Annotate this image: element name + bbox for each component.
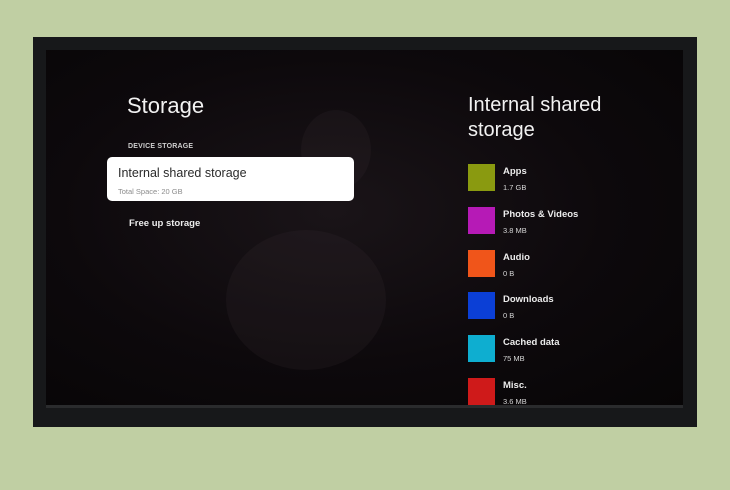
- cached-data-color-swatch: [468, 335, 495, 363]
- category-size: 1.7 GB: [503, 183, 527, 192]
- category-item-misc: Misc. 3.6 MB: [468, 377, 668, 408]
- category-item-apps: Apps 1.7 GB: [468, 164, 668, 207]
- storage-category-list: Apps 1.7 GB Photos & Videos 3.8 MB Audio…: [468, 164, 668, 408]
- category-name: Cached data: [503, 337, 560, 349]
- category-size: 75 MB: [503, 354, 525, 364]
- device-storage-section-label: DEVICE STORAGE: [128, 143, 194, 150]
- tv-frame: Storage DEVICE STORAGE Internal shared s…: [33, 37, 697, 427]
- category-name: Misc.: [503, 379, 527, 391]
- free-up-storage-button[interactable]: Free up storage: [129, 218, 200, 229]
- background-figure: [226, 230, 386, 370]
- category-item-photos-videos: Photos & Videos 3.8 MB: [468, 206, 668, 250]
- category-size: 0 B: [503, 311, 515, 321]
- category-name: Photos & Videos: [503, 208, 579, 220]
- category-name: Downloads: [503, 294, 554, 306]
- internal-storage-card-total-space: Total Space: 20 GB: [118, 187, 183, 196]
- misc-color-swatch: [468, 377, 495, 405]
- category-item-downloads: Downloads 0 B: [468, 292, 668, 335]
- downloads-color-swatch: [468, 292, 495, 320]
- category-item-audio: Audio 0 B: [468, 249, 668, 293]
- internal-storage-card[interactable]: Internal shared storage Total Space: 20 …: [107, 157, 354, 201]
- category-size: 0 B: [503, 268, 515, 278]
- photos-videos-color-swatch: [468, 206, 495, 234]
- internal-storage-card-title: Internal shared storage: [118, 166, 247, 180]
- audio-color-swatch: [468, 249, 495, 277]
- category-size: 3.8 MB: [503, 225, 527, 235]
- apps-color-swatch: [468, 164, 495, 191]
- category-item-cached-data: Cached data 75 MB: [468, 335, 668, 378]
- category-name: Apps: [503, 166, 527, 177]
- detail-title: Internal shared storage: [468, 94, 602, 141]
- screen-bottom-edge: [46, 405, 683, 408]
- page-title: Storage: [127, 93, 205, 118]
- tv-screen: Storage DEVICE STORAGE Internal shared s…: [46, 50, 683, 408]
- category-name: Audio: [503, 251, 530, 263]
